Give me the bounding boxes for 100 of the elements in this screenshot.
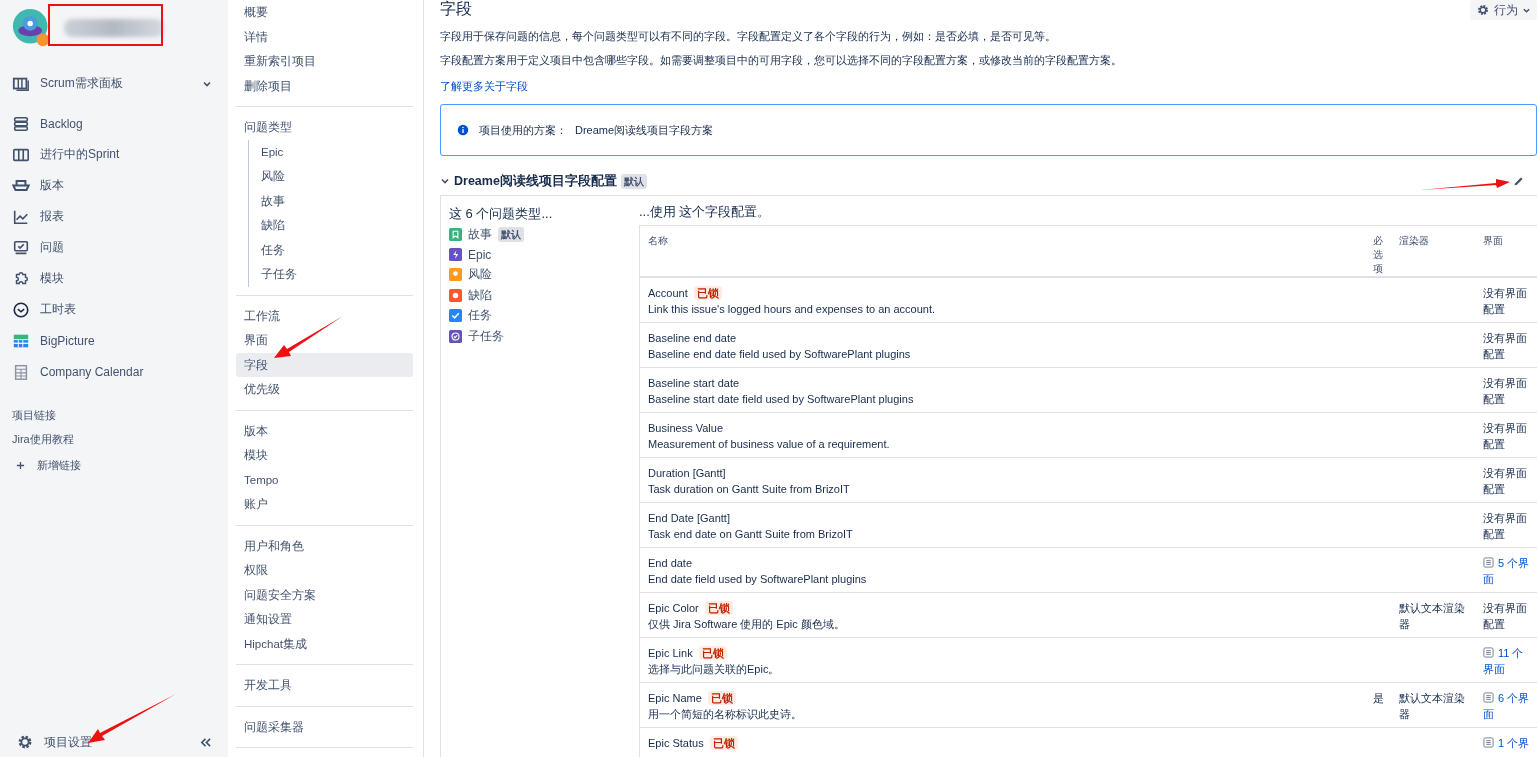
field-description: 选择与此问题关联的Epic。: [648, 662, 781, 677]
actions-button[interactable]: 行为: [1470, 0, 1537, 20]
settings-nav-item[interactable]: 故事: [249, 188, 413, 213]
settings-nav-item[interactable]: 概要: [236, 0, 413, 25]
field-description: Baseline end date field used by SoftwarePlant plugins: [648, 347, 912, 362]
field-name: Epic Name: [648, 691, 702, 706]
issue-type-label: 子任务: [468, 327, 504, 345]
table-cell: 默认文本渲染器: [1399, 692, 1465, 720]
description-text: 字段用于保存问题的信息，每个问题类型可以有不同的字段。字段配置定义了各个字段的行为，例如：是否必填，是否可见等。: [440, 29, 1057, 44]
sidebar-item[interactable]: 模块: [12, 263, 216, 294]
default-badge: 默认: [498, 226, 524, 242]
sidebar-item[interactable]: 工时表: [12, 294, 216, 325]
settings-nav-item[interactable]: 子任务: [249, 262, 413, 287]
collapse-icon[interactable]: [199, 736, 212, 748]
settings-nav-item[interactable]: Hipchat集成: [236, 631, 413, 656]
settings-nav-item[interactable]: 字段: [236, 352, 413, 377]
table-cell: 没有界面配置: [1483, 332, 1527, 360]
issue-type-label: 任务: [468, 307, 492, 325]
project-link[interactable]: Jira使用教程: [12, 427, 74, 451]
column-header: 界面: [1475, 225, 1537, 277]
settings-nav-item[interactable]: 用户和角色: [236, 533, 413, 558]
table-cell: 默认文本渲染器: [1399, 602, 1465, 630]
chevron-icon[interactable]: [440, 176, 450, 186]
scheme-name: Dreame阅读线项目字段方案: [575, 122, 714, 138]
field-description: Baseline start date field used by SoftwarePlant plugins: [648, 392, 915, 407]
screen-icon: [1483, 737, 1494, 748]
learn-more-link[interactable]: 了解更多关于字段: [440, 78, 1537, 94]
settings-nav-item[interactable]: 界面: [236, 328, 413, 353]
calendar-icon: [12, 362, 30, 381]
locked-badge: 已锁: [704, 601, 733, 615]
table-cell: 没有界面配置: [1483, 377, 1527, 405]
sidebar-item[interactable]: Backlog: [12, 108, 216, 139]
settings-nav-item[interactable]: 账户: [236, 492, 413, 517]
field-description: 仅供 Jira Software 使用的 Epic 颜色域。: [648, 617, 846, 632]
screens-link[interactable]: 11 个界面: [1483, 645, 1533, 677]
table-cell: 没有界面配置: [1483, 287, 1527, 315]
board-selector[interactable]: Scrum需求面板: [12, 68, 216, 99]
settings-nav-item[interactable]: Tempo: [236, 467, 413, 492]
sidebar-item[interactable]: 版本: [12, 170, 216, 201]
links-heading: 项目链接: [12, 408, 57, 423]
sidebar-item[interactable]: 报表: [12, 201, 216, 232]
settings-nav-item[interactable]: 权限: [236, 558, 413, 583]
locked-badge: 已锁: [709, 736, 738, 750]
table-cell: 没有界面配置: [1483, 512, 1527, 540]
sidebar-item[interactable]: Company Calendar: [12, 356, 216, 387]
sidebar-item[interactable]: 进行中的Sprint: [12, 139, 216, 170]
settings-nav-item[interactable]: Epic: [249, 139, 413, 164]
settings-nav-item[interactable]: 删除项目: [236, 73, 413, 98]
settings-nav-item[interactable]: 风险: [249, 164, 413, 189]
ship-icon: [12, 180, 30, 191]
table-cell: 没有界面配置: [1483, 422, 1527, 450]
field-description: End date field used by SoftwarePlant plugins: [648, 572, 868, 587]
screens-link[interactable]: 1 个界: [1483, 735, 1533, 751]
locked-badge: 已锁: [693, 286, 722, 300]
settings-nav-item[interactable]: 重新索引项目: [236, 49, 413, 74]
sidebar-item[interactable]: BigPicture: [12, 325, 216, 356]
screens-link[interactable]: 5 个界面: [1483, 555, 1533, 587]
table-cell: 没有界面配置: [1483, 602, 1527, 630]
config-title: Dreame阅读线项目字段配置: [454, 172, 617, 190]
settings-nav-item[interactable]: 模块: [236, 443, 413, 468]
field-name: Epic Status: [648, 736, 704, 751]
settings-nav-item[interactable]: 工作流: [236, 303, 413, 328]
field-name: End date: [648, 556, 693, 571]
sidebar-item[interactable]: 问题: [12, 232, 216, 263]
field-name: Business Value: [648, 421, 723, 436]
default-badge: 默认: [620, 173, 647, 189]
field-name: End Date [Gantt]: [648, 511, 730, 526]
settings-nav-item[interactable]: 优先级: [236, 377, 413, 402]
screen-icon: [1483, 692, 1494, 703]
add-link-button[interactable]: 新增链接: [12, 451, 81, 479]
settings-nav-item[interactable]: 问题采集器: [236, 714, 413, 739]
locked-badge: 已锁: [698, 646, 727, 660]
screens-link[interactable]: 6 个界面: [1483, 690, 1533, 722]
issue-type-label: 故事: [468, 225, 492, 243]
uses-heading: ...使用 这个字段配置。: [639, 203, 772, 221]
issue-type-label: Epic: [468, 247, 492, 262]
clock-icon: [12, 300, 30, 319]
settings-nav-item[interactable]: 详情: [236, 24, 413, 49]
settings-nav-item[interactable]: 问题类型: [236, 115, 413, 140]
field-description: Task duration on Gantt Suite from BrizoIT: [648, 482, 851, 497]
settings-icon: [16, 733, 34, 751]
field-description: Task end date on Gantt Suite from BrizoIT: [648, 527, 854, 542]
settings-nav-item[interactable]: 通知设置: [236, 607, 413, 632]
settings-nav-item[interactable]: 开发工具: [236, 673, 413, 698]
settings-nav-item[interactable]: 问题安全方案: [236, 582, 413, 607]
settings-nav-item[interactable]: 版本: [236, 418, 413, 443]
field-description: 用一个简短的名称标识此史诗。: [648, 707, 803, 722]
field-name: Account: [648, 286, 688, 301]
column-header: 必选项: [1365, 225, 1391, 277]
page-title: 字段: [440, 0, 472, 18]
project-settings-link[interactable]: 项目设置: [12, 726, 92, 757]
description-text: 字段配置方案用于定义项目中包含哪些字段。如需要调整项目中的可用字段，您可以选择不同的字段配置方案，或修改当前的字段配置方案。: [440, 53, 1123, 68]
field-description: Link this issue's logged hours and expenses to an account.: [648, 302, 937, 317]
plus-icon: [16, 460, 25, 470]
column-header: 渲染器: [1391, 225, 1475, 277]
column-header: 名称: [639, 225, 1365, 277]
settings-nav-item[interactable]: 任务: [249, 237, 413, 262]
settings-nav-item[interactable]: 缺陷: [249, 213, 413, 238]
info-icon: [457, 124, 469, 136]
settings-icon: [1476, 3, 1490, 17]
